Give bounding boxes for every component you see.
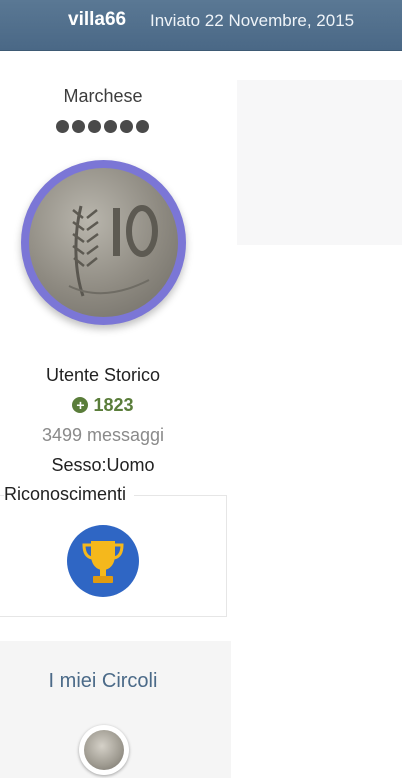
reputation-value: 1823 (93, 395, 134, 415)
author-name-link[interactable]: villa66 (68, 9, 126, 31)
post-header-bar: villa66 Inviato 22 Novembre, 2015 (0, 0, 402, 51)
reputation-score[interactable]: +1823 (0, 395, 206, 416)
awards-title: Riconoscimenti (4, 484, 135, 505)
plus-circle-icon: + (72, 397, 89, 413)
rank-pip (72, 120, 85, 133)
user-avatar[interactable] (21, 160, 186, 325)
post-date[interactable]: Inviato 22 Novembre, 2015 (150, 11, 354, 31)
rank-pip (56, 120, 69, 133)
coin-avatar-icon (29, 168, 178, 317)
award-badge[interactable] (67, 525, 139, 597)
trophy-icon (82, 541, 124, 583)
post-count: 3499 messaggi (41, 425, 165, 445)
rank-pip (104, 120, 117, 133)
rank-pip (88, 120, 101, 133)
rank-pip (136, 120, 149, 133)
rank-pips (56, 120, 149, 133)
circle-item[interactable] (79, 725, 129, 775)
post-content-area (237, 80, 402, 245)
rank-title: Marchese (63, 86, 143, 106)
profile-field-gender: Sesso:Uomo (51, 455, 155, 475)
rank-pip (120, 120, 133, 133)
user-group: Utente Storico (45, 365, 161, 385)
circles-title-link[interactable]: I miei Circoli (0, 670, 206, 693)
coin-circle-icon (84, 730, 124, 770)
